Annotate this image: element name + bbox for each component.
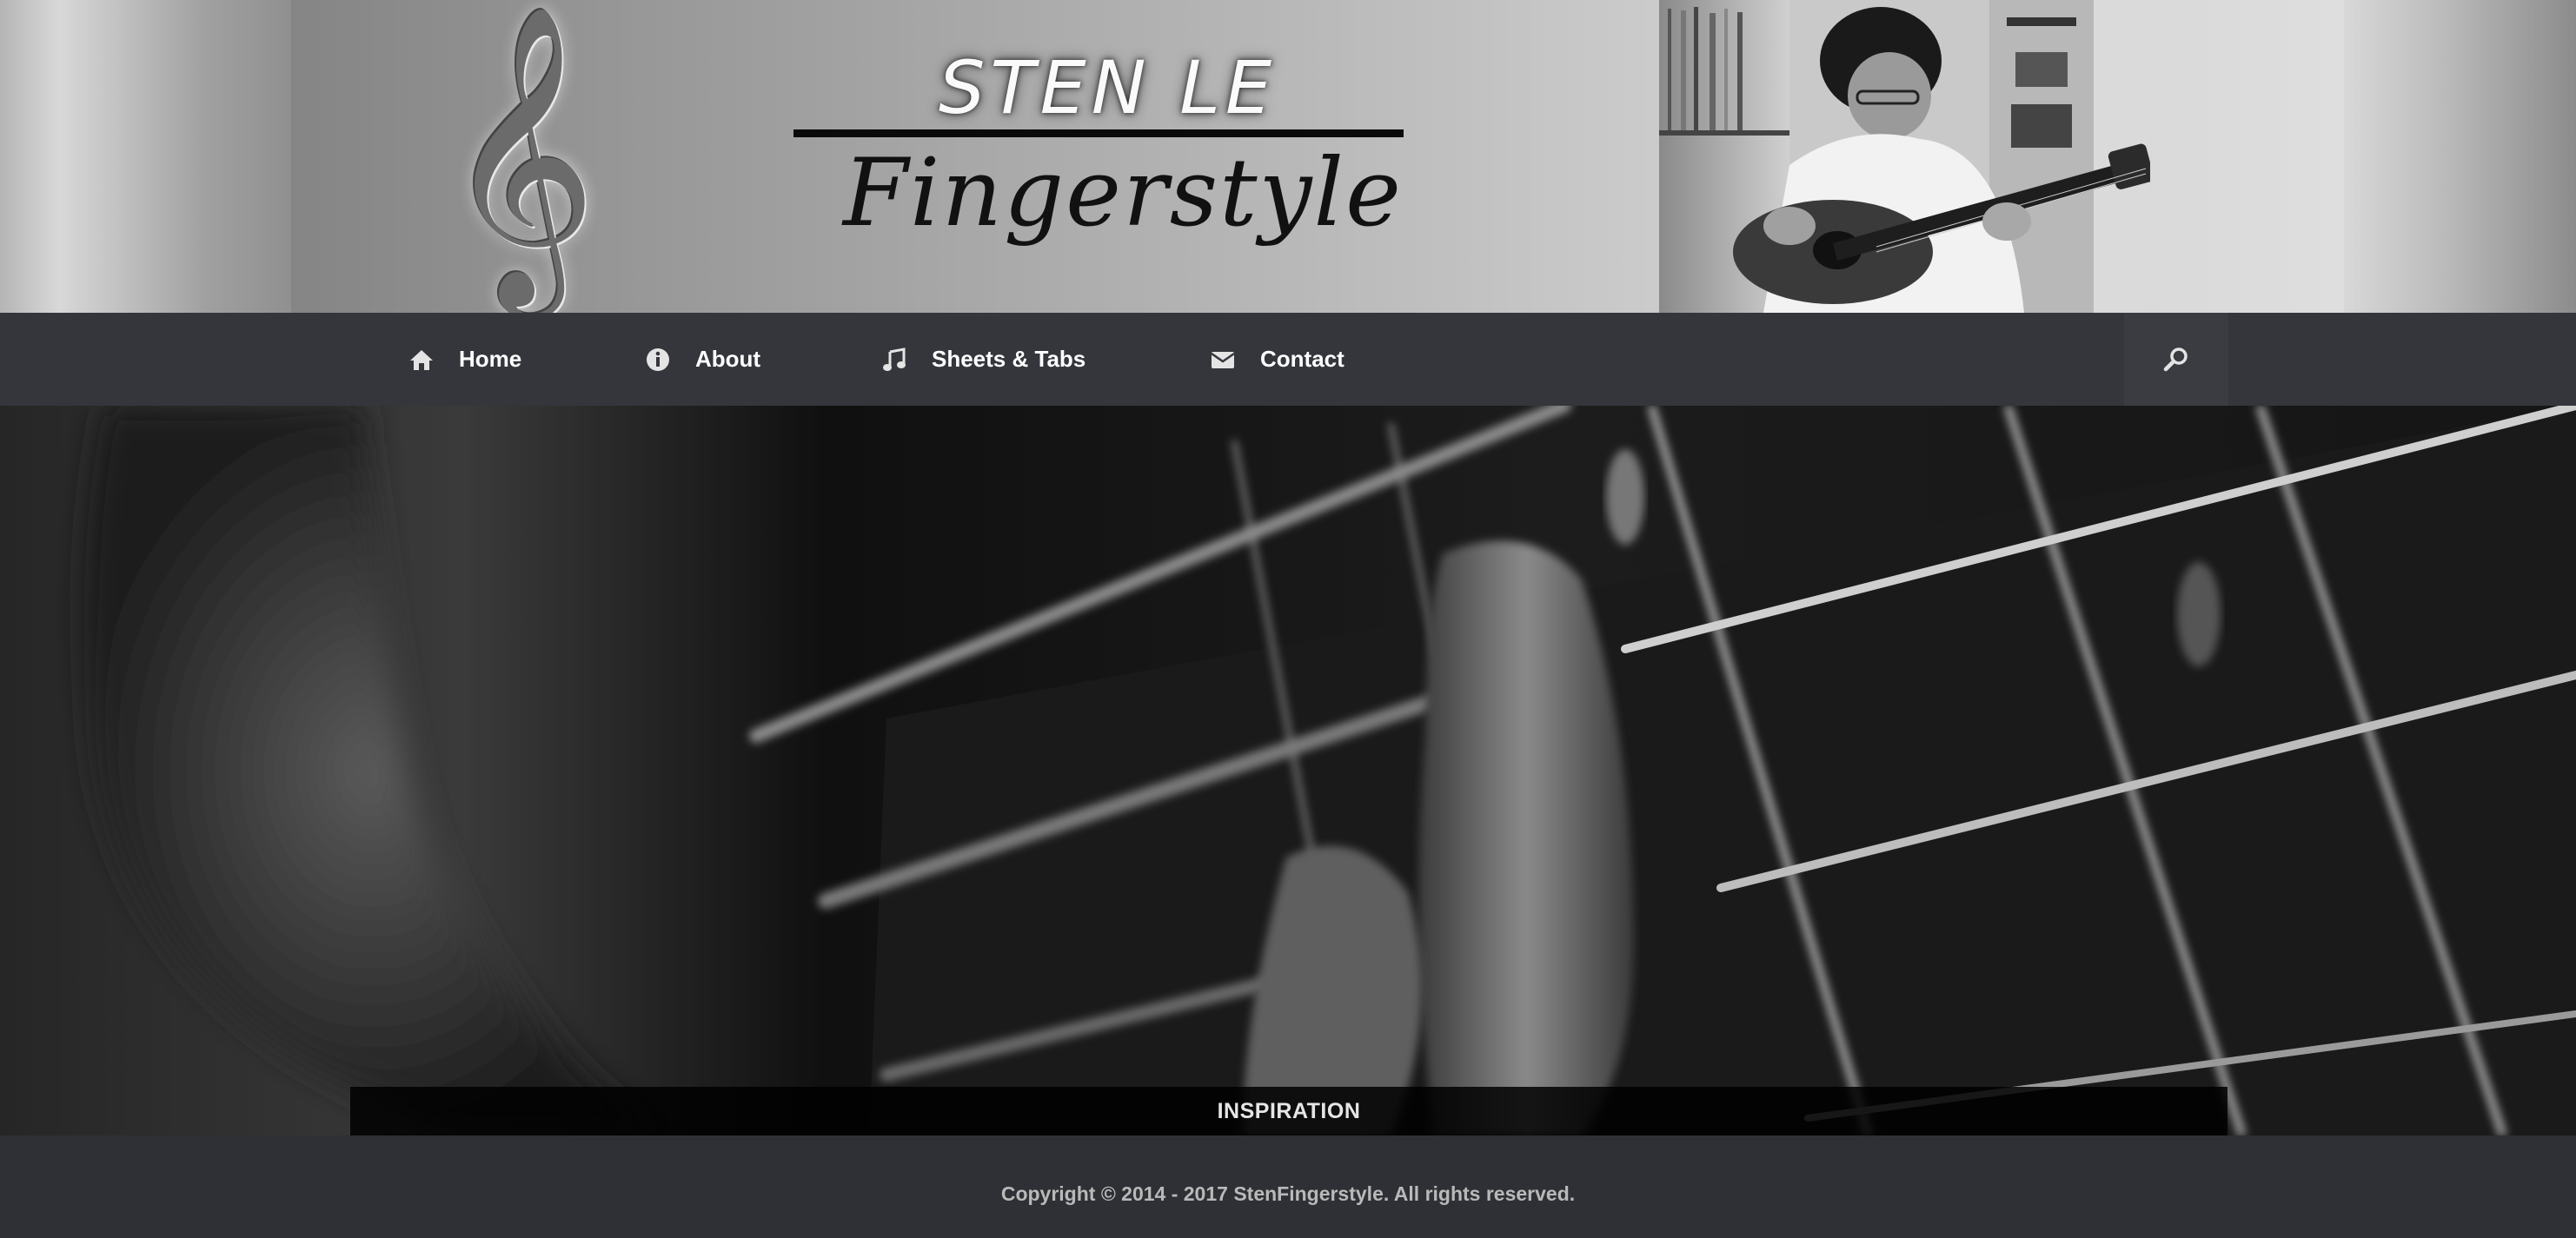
copyright-text: Copyright © 2014 - 2017 StenFingerstyle.… [1000, 1182, 1576, 1205]
nav-label-home: Home [459, 346, 522, 372]
hero-guitar-image [0, 406, 2576, 1135]
banner-right-shade [2344, 0, 2576, 313]
nav-item-home[interactable]: Home [408, 313, 521, 406]
nav-item-sheets-tabs[interactable]: Sheets & Tabs [881, 313, 1086, 406]
site-header-banner: 𝄞 STEN LE Fingerstyle [0, 0, 2576, 313]
nav-label-about: About [695, 346, 761, 372]
nav-item-contact[interactable]: Contact [1210, 313, 1344, 406]
music-note-icon [881, 347, 907, 373]
info-icon [645, 347, 671, 373]
site-logo-name[interactable]: STEN LE [939, 45, 1277, 130]
nav-item-about[interactable]: About [645, 313, 760, 406]
site-footer: Copyright © 2014 - 2017 StenFingerstyle.… [0, 1135, 2576, 1238]
logo-divider [793, 129, 1404, 137]
search-icon [2163, 347, 2188, 371]
home-icon [408, 347, 435, 373]
treble-clef-icon: 𝄞 [443, 3, 598, 306]
nav-label-contact: Contact [1260, 346, 1344, 372]
site-logo-subtitle[interactable]: Fingerstyle [843, 139, 1403, 248]
guitarist-portrait-image [1659, 0, 2150, 313]
banner-left-shade [0, 0, 295, 313]
envelope-icon [1210, 347, 1236, 373]
hero-caption-bar[interactable]: INSPIRATION [350, 1087, 2227, 1135]
nav-label-sheets-tabs: Sheets & Tabs [932, 346, 1086, 372]
search-button[interactable] [2124, 313, 2228, 406]
hero-caption: INSPIRATION [1217, 1098, 1361, 1123]
main-navigation: Home About Sheets & Tabs Contact [0, 313, 2576, 406]
